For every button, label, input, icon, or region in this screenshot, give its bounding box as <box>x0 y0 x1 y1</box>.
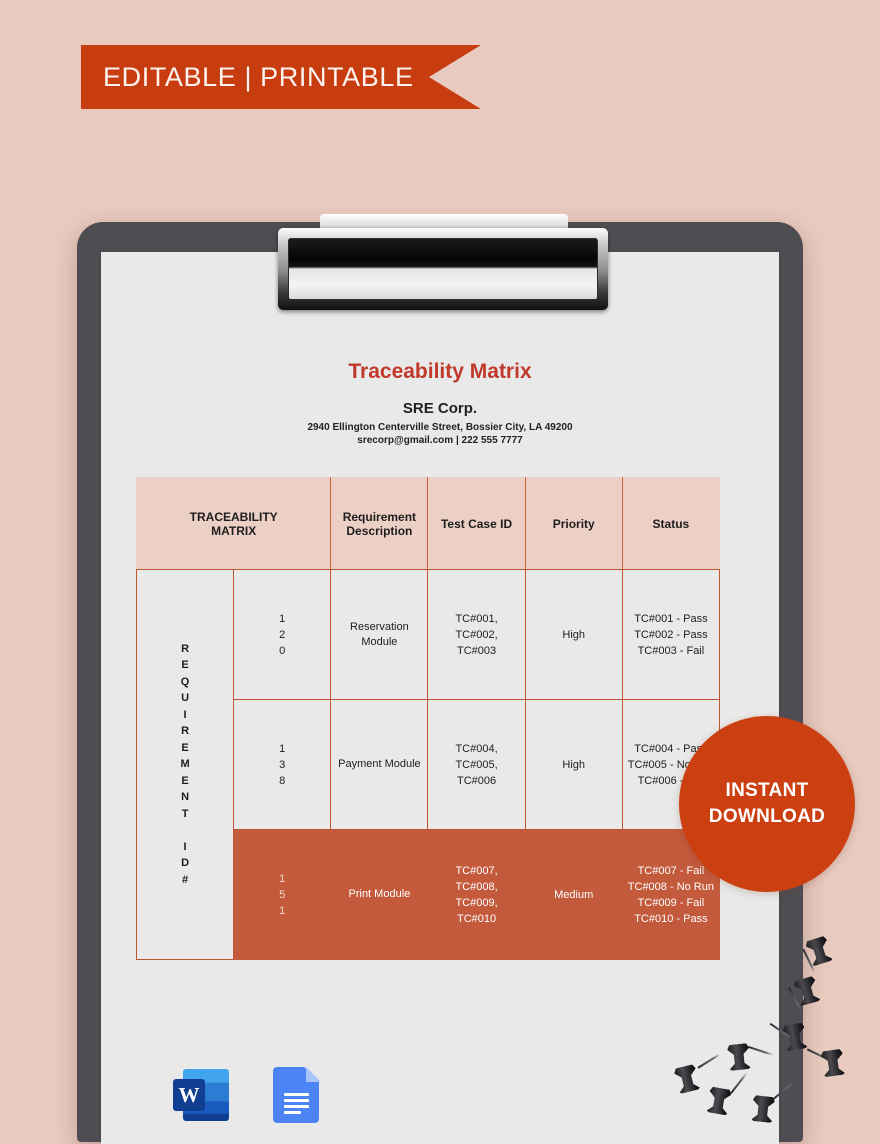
google-docs-icon[interactable] <box>273 1067 321 1125</box>
instant-download-line-2: DOWNLOAD <box>708 806 826 827</box>
column-header-test-case-id: Test Case ID <box>427 477 526 570</box>
requirement-description-cell: Reservation Module <box>330 569 429 700</box>
file-format-icons: W <box>173 1067 321 1125</box>
instant-download-line-1: INSTANT <box>725 780 809 801</box>
header-line-1: TRACEABILITY <box>189 509 278 524</box>
company-info: SRE Corp. 2940 Ellington Centerville Str… <box>101 400 779 446</box>
word-icon-letter: W <box>173 1079 205 1111</box>
google-docs-icon-fold <box>306 1067 321 1082</box>
column-header-traceability-matrix: TRACEABILITY MATRIX <box>135 477 332 570</box>
test-case-id-cell: TC#007, TC#008, TC#009, TC#010 <box>427 829 526 960</box>
traceability-matrix-table: TRACEABILITY MATRIX Requirement Descript… <box>135 477 721 960</box>
priority-cell: High <box>524 699 623 830</box>
test-case-id-cell: TC#004, TC#005, TC#006 <box>427 699 526 830</box>
company-address: 2940 Ellington Centerville Street, Bossi… <box>307 422 573 433</box>
test-case-id-cell: TC#001, TC#002, TC#003 <box>427 569 526 700</box>
word-icon[interactable]: W <box>173 1067 229 1123</box>
company-name: SRE Corp. <box>402 400 478 417</box>
requirement-id-cell: 1 2 0 <box>233 569 332 700</box>
instant-download-badge[interactable]: INSTANT DOWNLOAD <box>679 716 855 892</box>
company-contact: srecorp@gmail.com | 222 555 7777 <box>357 435 523 446</box>
requirement-id-cell: 1 5 1 <box>233 829 332 960</box>
requirement-description-cell: Print Module <box>330 829 429 960</box>
pushpin-head <box>820 1049 845 1078</box>
page-title: Traceability Matrix <box>348 360 532 383</box>
editable-printable-banner: EDITABLE | PRINTABLE <box>81 45 481 109</box>
google-docs-icon-lines <box>284 1093 309 1117</box>
header-line-2: MATRIX <box>211 523 257 538</box>
column-header-requirement-description: Requirement Description <box>330 477 429 570</box>
document-paper: Traceability Matrix SRE Corp. 2940 Ellin… <box>101 252 779 1144</box>
clipboard: Traceability Matrix SRE Corp. 2940 Ellin… <box>77 214 803 1144</box>
clipboard-clip <box>278 214 608 310</box>
table-header-row: TRACEABILITY MATRIX Requirement Descript… <box>135 477 721 570</box>
requirement-id-cell: 1 3 8 <box>233 699 332 830</box>
priority-cell: Medium <box>524 829 623 960</box>
priority-cell: High <box>524 569 623 700</box>
status-cell: TC#001 - Pass TC#002 - Pass TC#003 - Fai… <box>621 569 721 700</box>
banner-label: EDITABLE | PRINTABLE <box>103 61 414 92</box>
vertical-axis-label: R E Q U I R E M E N T I D # <box>135 569 235 960</box>
pushpin-needle <box>802 948 816 974</box>
clipboard-clip-inner <box>288 238 598 300</box>
column-header-priority: Priority <box>524 477 623 570</box>
table-row: R E Q U I R E M E N T I D # 1 2 0 Reserv… <box>135 569 721 960</box>
column-header-status: Status <box>621 477 721 570</box>
requirement-description-cell: Payment Module <box>330 699 429 830</box>
